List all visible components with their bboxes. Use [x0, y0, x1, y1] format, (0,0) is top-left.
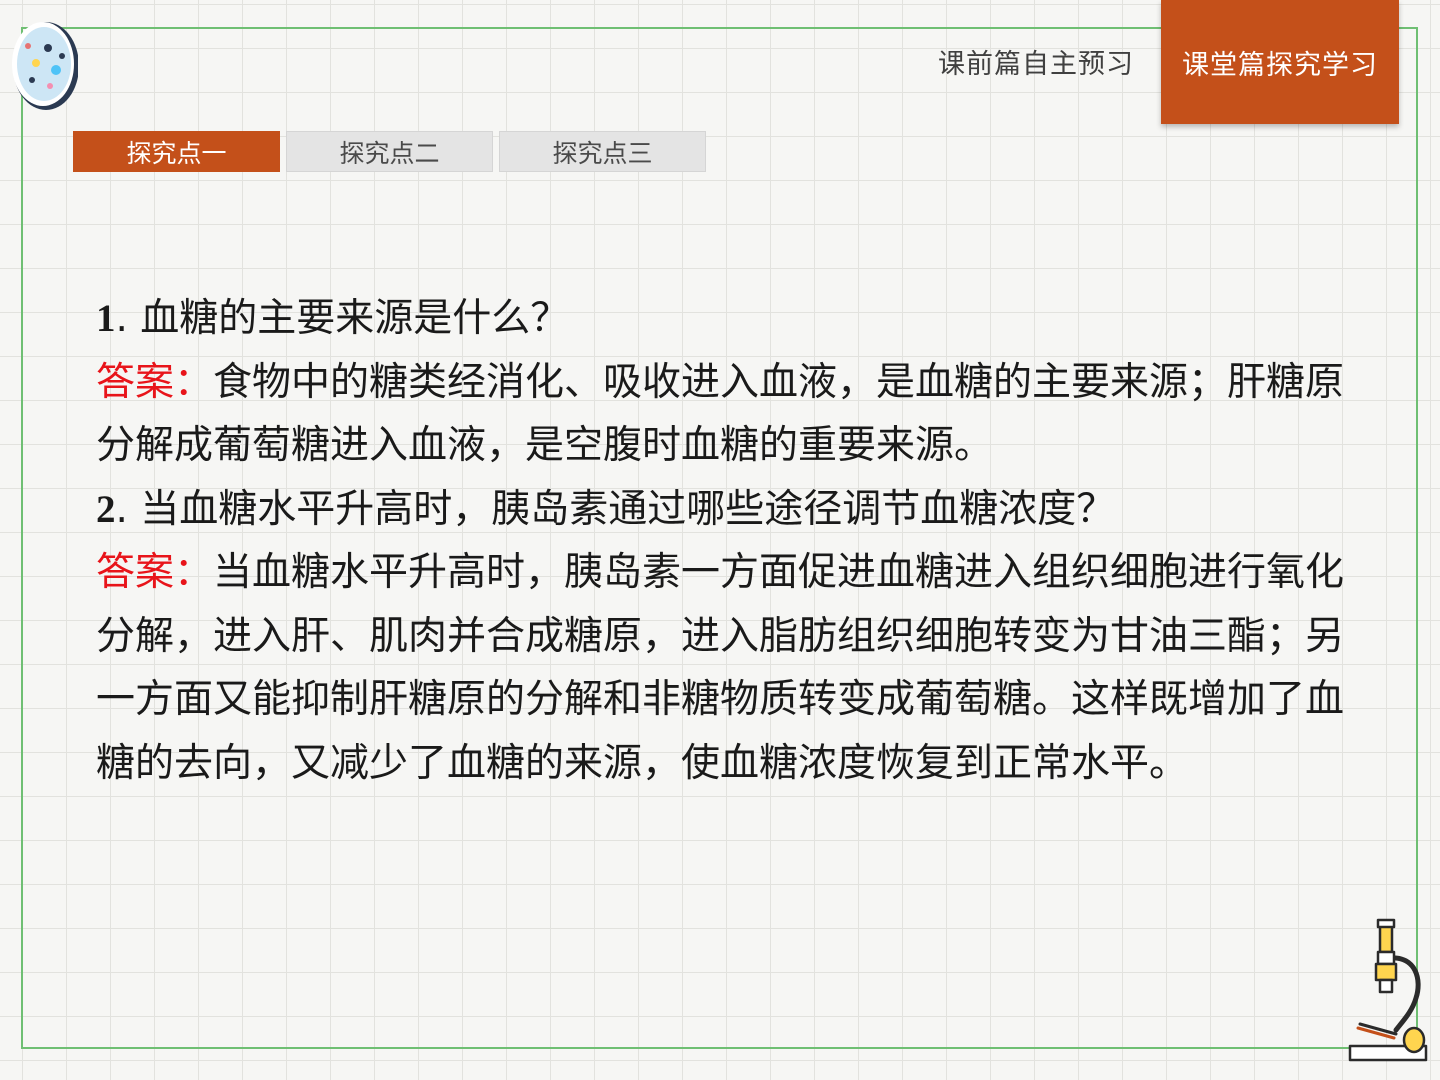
qa-content: 1. 血糖的主要来源是什么？ 答案：食物中的糖类经消化、吸收进入血液，是血糖的主… — [96, 287, 1366, 795]
microscope-icon — [1348, 918, 1428, 1062]
petri-dish-icon — [12, 22, 78, 110]
subtab-point-1[interactable]: 探究点一 — [73, 131, 280, 172]
tab-inclass-inquiry[interactable]: 课堂篇探究学习 — [1161, 0, 1399, 124]
question-1: 1. 血糖的主要来源是什么？ — [96, 287, 1366, 351]
answer-text: 当血糖水平升高时，胰岛素一方面促进血糖进入组织细胞进行氧化分解，进入肝、肌肉并合… — [96, 550, 1345, 786]
answer-1: 答案：食物中的糖类经消化、吸收进入血液，是血糖的主要来源；肝糖原分解成葡萄糖进入… — [96, 351, 1366, 478]
question-text: . 当血糖水平升高时，胰岛素通过哪些途径调节血糖浓度？ — [115, 486, 1116, 532]
answer-text: 食物中的糖类经消化、吸收进入血液，是血糖的主要来源；肝糖原分解成葡萄糖进入血液，… — [96, 359, 1345, 469]
question-number: 1 — [96, 297, 116, 340]
answer-label: 答案： — [96, 550, 214, 595]
question-text: . 血糖的主要来源是什么？ — [115, 296, 570, 341]
tab-preclass-preview[interactable]: 课前篇自主预习 — [920, 0, 1152, 122]
answer-label: 答案： — [96, 359, 214, 405]
subtab-point-3[interactable]: 探究点三 — [499, 131, 706, 172]
question-2: 2. 当血糖水平升高时，胰岛素通过哪些途径调节血糖浓度？ — [96, 478, 1366, 542]
question-number: 2 — [96, 487, 116, 531]
inquiry-point-tabs: 探究点一 探究点二 探究点三 — [73, 131, 706, 172]
subtab-point-2[interactable]: 探究点二 — [286, 131, 493, 172]
answer-2: 答案：当血糖水平升高时，胰岛素一方面促进血糖进入组织细胞进行氧化分解，进入肝、肌… — [96, 541, 1366, 795]
